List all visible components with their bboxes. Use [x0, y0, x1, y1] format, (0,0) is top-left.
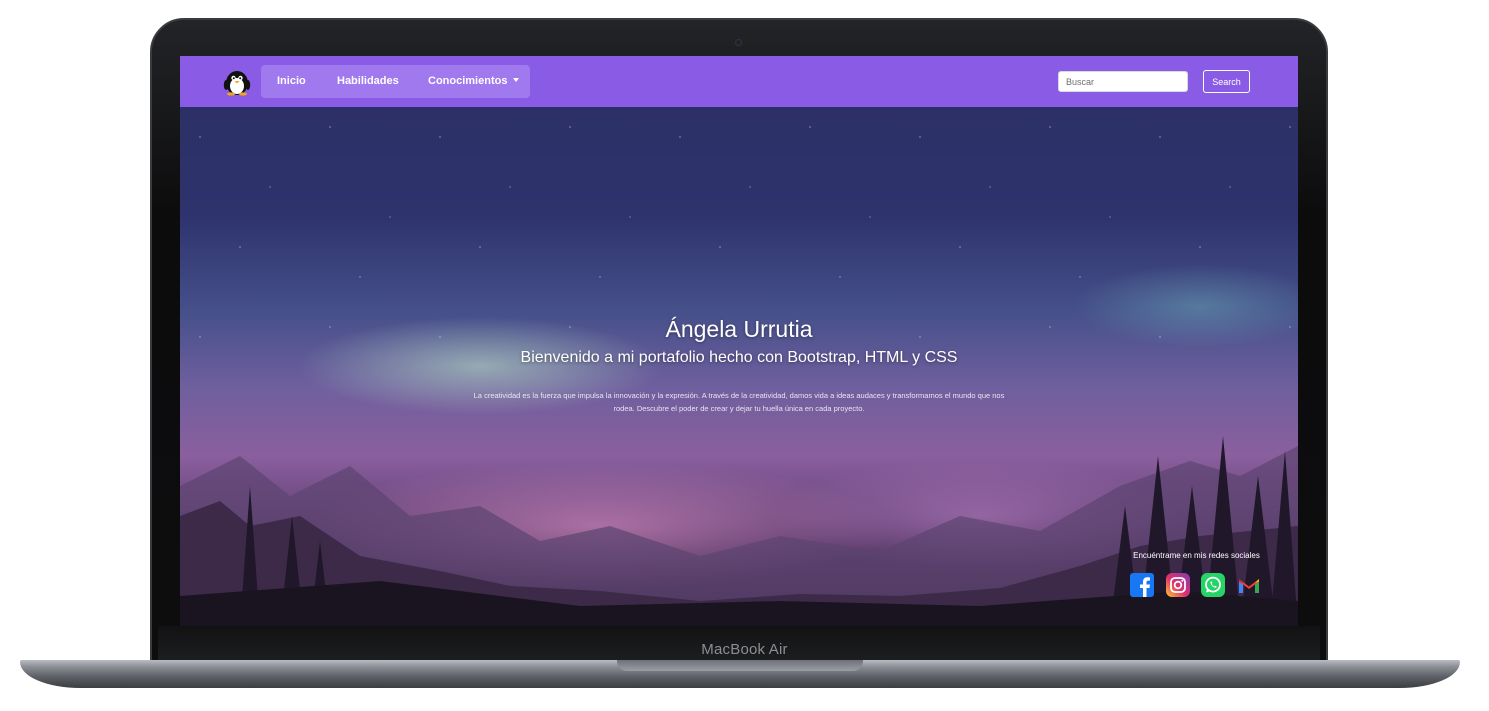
navbar: Inicio Habilidades Conocimientos Search: [180, 56, 1298, 107]
gmail-icon[interactable]: [1237, 573, 1261, 597]
hero-subtitle: Bienvenido a mi portafolio hecho con Boo…: [520, 349, 958, 366]
nav-link-habilidades[interactable]: Habilidades: [337, 65, 399, 98]
hero-name: Ángela Urrutia: [665, 316, 813, 342]
device-brand-label: MacBook Air: [701, 641, 788, 658]
caret-down-icon: [513, 78, 520, 82]
penguin-icon[interactable]: [222, 68, 252, 96]
search-input[interactable]: [1058, 71, 1188, 92]
whatsapp-icon[interactable]: [1201, 573, 1225, 597]
nav-links: Inicio Habilidades Conocimientos: [261, 65, 530, 98]
screen: Inicio Habilidades Conocimientos Search …: [180, 56, 1298, 626]
laptop-notch: [617, 660, 863, 671]
instagram-icon[interactable]: [1166, 573, 1190, 597]
camera-icon: [735, 39, 742, 46]
search-button[interactable]: Search: [1203, 70, 1250, 93]
social-label: Encuéntrame en mis redes sociales: [1133, 551, 1260, 560]
nav-dropdown-conocimientos[interactable]: Conocimientos: [428, 65, 520, 98]
nav-dropdown-label: Conocimientos: [428, 75, 508, 87]
facebook-icon[interactable]: [1130, 573, 1154, 597]
hero-paragraph: La creatividad es la fuerza que impulsa …: [473, 391, 1005, 413]
nav-link-inicio[interactable]: Inicio: [277, 65, 306, 98]
